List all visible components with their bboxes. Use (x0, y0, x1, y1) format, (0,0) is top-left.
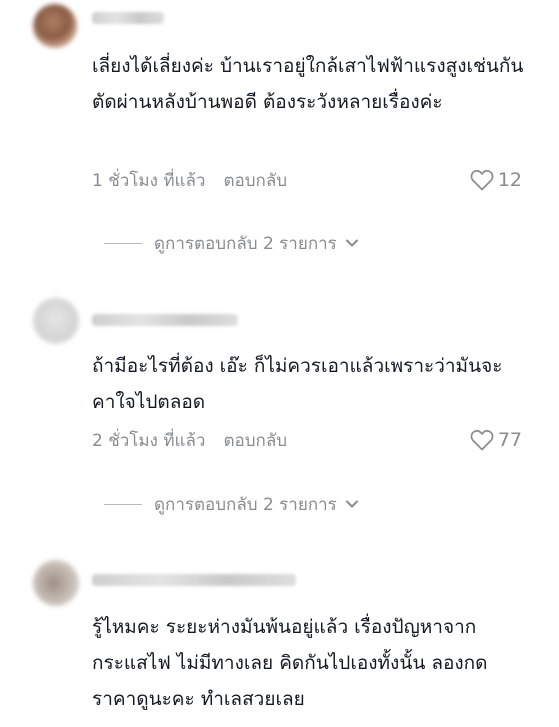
username-blurred[interactable] (92, 314, 238, 326)
chevron-down-icon (345, 238, 359, 248)
reply-button[interactable]: ตอบกลับ (223, 167, 287, 194)
avatar[interactable] (33, 560, 79, 606)
comment-time: 1 ชั่วโมง ที่แล้ว (92, 170, 206, 191)
comment-meta: 1 ชั่วโมง ที่แล้ว ตอบกลับ 12 (92, 165, 522, 195)
divider (104, 503, 142, 505)
reply-button[interactable]: ตอบกลับ (223, 427, 287, 454)
like-button[interactable]: 12 (470, 165, 522, 195)
view-replies-label: ดูการตอบกลับ 2 รายการ (154, 494, 337, 515)
view-replies-label: ดูการตอบกลับ 2 รายการ (154, 233, 337, 254)
like-button[interactable]: 77 (470, 425, 522, 455)
comment-text: เลี่ยงได้เลี่ยงค่ะ บ้านเราอยู่ใกล้เสาไฟฟ… (92, 55, 524, 113)
view-replies-button[interactable]: ดูการตอบกลับ 2 รายการ (104, 229, 359, 257)
comment-time: 2 ชั่วโมง ที่แล้ว (92, 430, 206, 451)
divider (104, 242, 142, 244)
comment-meta: 2 ชั่วโมง ที่แล้ว ตอบกลับ 77 (92, 425, 522, 455)
comment-text: ถ้ามีอะไรที่ต้อง เอ๊ะ ก็ไม่ควรเอาแล้วเพร… (92, 355, 503, 413)
like-count: 77 (497, 429, 522, 451)
heart-outline-icon (470, 170, 494, 191)
like-count: 12 (497, 169, 522, 191)
username-blurred[interactable] (92, 12, 164, 24)
chevron-down-icon (345, 499, 359, 509)
heart-outline-icon (470, 430, 494, 451)
comment-text: รู้ไหมคะ ระยะห่างมันพ้นอยู่แล้ว เรื่องปั… (92, 616, 488, 710)
avatar[interactable] (33, 4, 77, 48)
username-blurred[interactable] (92, 574, 296, 586)
avatar[interactable] (33, 298, 79, 344)
view-replies-button[interactable]: ดูการตอบกลับ 2 รายการ (104, 490, 359, 518)
